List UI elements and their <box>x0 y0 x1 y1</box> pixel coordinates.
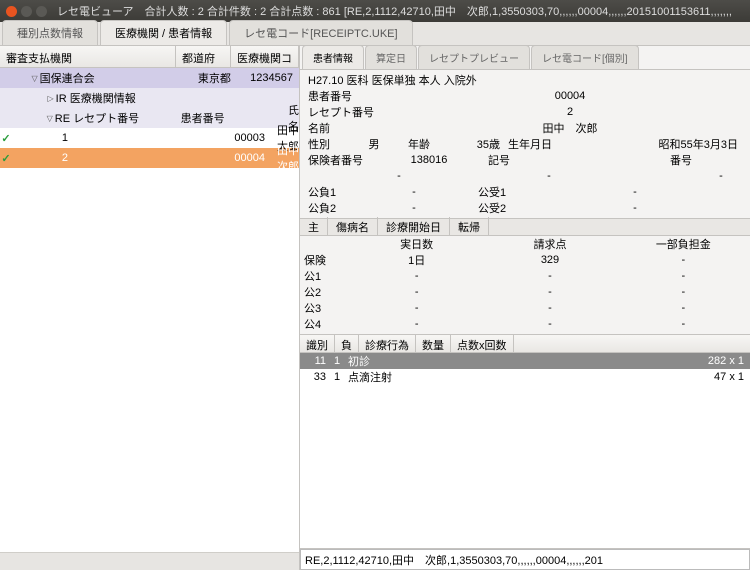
tree-header-code: 医療機関コード <box>231 46 299 67</box>
tree-header: 審査支払機関 都道府県 医療機関コード <box>0 46 299 68</box>
claim-row: 公1--- <box>300 268 750 284</box>
dob-label: 生年月日 <box>504 136 564 152</box>
name-value: 田中 次郎 <box>394 120 746 136</box>
inner-tab[interactable]: レセプトプレビュー <box>418 45 530 69</box>
info-summary: H27.10 医科 医保単独 本人 入院外 <box>304 72 746 88</box>
check-icon: ✓ <box>0 132 12 145</box>
patient-no: 00004 <box>394 90 746 102</box>
outer-tab[interactable]: 種別点数情報 <box>2 20 98 45</box>
maximize-icon[interactable] <box>36 6 47 17</box>
tree-row[interactable]: ✓200004田中 次郎 <box>0 148 299 168</box>
tree-row[interactable]: ✓100003田中 太郎 <box>0 128 299 148</box>
age-value: 35歳 <box>444 136 504 152</box>
tree-row[interactable]: ▷IR 医療機関情報 <box>0 88 299 108</box>
claim-row: 公3--- <box>300 300 750 316</box>
k1r-label: 公受1 <box>474 184 524 200</box>
tree-expand-icon[interactable]: ▽ <box>47 114 53 123</box>
minimize-icon[interactable] <box>21 6 32 17</box>
tree-header-pref: 都道府県 <box>176 46 231 67</box>
tree-header-org: 審査支払機関 <box>0 46 176 67</box>
patient-info: H27.10 医科 医保単独 本人 入院外 患者番号00004 レセプト番号2 … <box>300 70 750 218</box>
inner-tab[interactable]: レセ電コード[個別] <box>531 45 639 69</box>
sex-label: 性別 <box>304 136 344 152</box>
outer-tab[interactable]: レセ電コード[RECEIPTC.UKE] <box>229 20 412 45</box>
left-footer <box>0 552 299 570</box>
inner-tab[interactable]: 算定日 <box>365 45 417 69</box>
left-panel: 審査支払機関 都道府県 医療機関コード ▽国保連合会東京都1234567▷IR … <box>0 46 300 570</box>
claim-row: 公4--- <box>300 316 750 332</box>
inner-tab[interactable]: 患者情報 <box>302 45 364 69</box>
name-label: 名前 <box>304 120 394 136</box>
procedures-list[interactable]: 111初診282 x 1331点滴注射47 x 1 <box>300 353 750 548</box>
patient-no-label: 患者番号 <box>304 88 394 104</box>
tree-row[interactable]: ▽RE レセプト番号患者番号氏名 <box>0 108 299 128</box>
tree-row[interactable]: ▽国保連合会東京都1234567 <box>0 68 299 88</box>
dob-value: 昭和55年3月3日 <box>564 136 746 152</box>
procedure-row[interactable]: 111初診282 x 1 <box>300 353 750 369</box>
sex-value: 男 <box>344 136 404 152</box>
receipt-no: 2 <box>394 106 746 118</box>
right-panel: 患者情報算定日レセプトプレビューレセ電コード[個別] H27.10 医科 医保単… <box>300 46 750 570</box>
k1l-label: 公負1 <box>304 184 354 200</box>
disease-tab-name[interactable]: 傷病名 <box>328 217 378 237</box>
insurer-label: 保険者番号 <box>304 152 374 168</box>
k2l-label: 公負2 <box>304 200 354 216</box>
procedures-header: 識別負診療行為数量点数x回数 <box>300 335 750 353</box>
claim-row: 公2--- <box>300 284 750 300</box>
outer-tab[interactable]: 医療機関 / 患者情報 <box>100 20 227 45</box>
outer-tabs: 種別点数情報医療機関 / 患者情報レセ電コード[RECEIPTC.UKE] <box>0 22 750 46</box>
number-label: 番号 <box>666 152 706 168</box>
procedure-row[interactable]: 331点滴注射47 x 1 <box>300 369 750 385</box>
close-icon[interactable] <box>6 6 17 17</box>
claim-table: 実日数請求点一部負担金保険1日329-公1---公2---公3---公4--- <box>300 236 750 332</box>
check-icon: ✓ <box>0 152 12 165</box>
disease-tab-outcome[interactable]: 転帰 <box>450 217 489 237</box>
symbol-label: 記号 <box>484 152 524 168</box>
disease-tabs: 主 傷病名 診療開始日 転帰 <box>300 218 750 236</box>
insurer-value: 138016 <box>374 154 484 166</box>
inner-tabs: 患者情報算定日レセプトプレビューレセ電コード[個別] <box>300 46 750 70</box>
window-title: レセ電ビューア 合計人数 : 2 合計件数 : 2 合計点数 : 861 [RE… <box>57 3 732 19</box>
age-label: 年齢 <box>404 136 444 152</box>
tree-expand-icon[interactable]: ▷ <box>47 94 53 103</box>
tree[interactable]: ▽国保連合会東京都1234567▷IR 医療機関情報▽RE レセプト番号患者番号… <box>0 68 299 552</box>
disease-tab-main[interactable]: 主 <box>300 217 328 237</box>
receipt-no-label: レセプト番号 <box>304 104 394 120</box>
procedures-panel: 識別負診療行為数量点数x回数 111初診282 x 1331点滴注射47 x 1 <box>300 334 750 548</box>
titlebar: レセ電ビューア 合計人数 : 2 合計件数 : 2 合計点数 : 861 [RE… <box>0 0 750 22</box>
raw-code-input[interactable] <box>300 549 750 570</box>
tree-expand-icon[interactable]: ▽ <box>32 74 38 83</box>
claim-row: 保険1日329- <box>300 252 750 268</box>
disease-tab-start[interactable]: 診療開始日 <box>378 217 450 237</box>
k2r-label: 公受2 <box>474 200 524 216</box>
raw-code-input-wrap <box>300 548 750 570</box>
